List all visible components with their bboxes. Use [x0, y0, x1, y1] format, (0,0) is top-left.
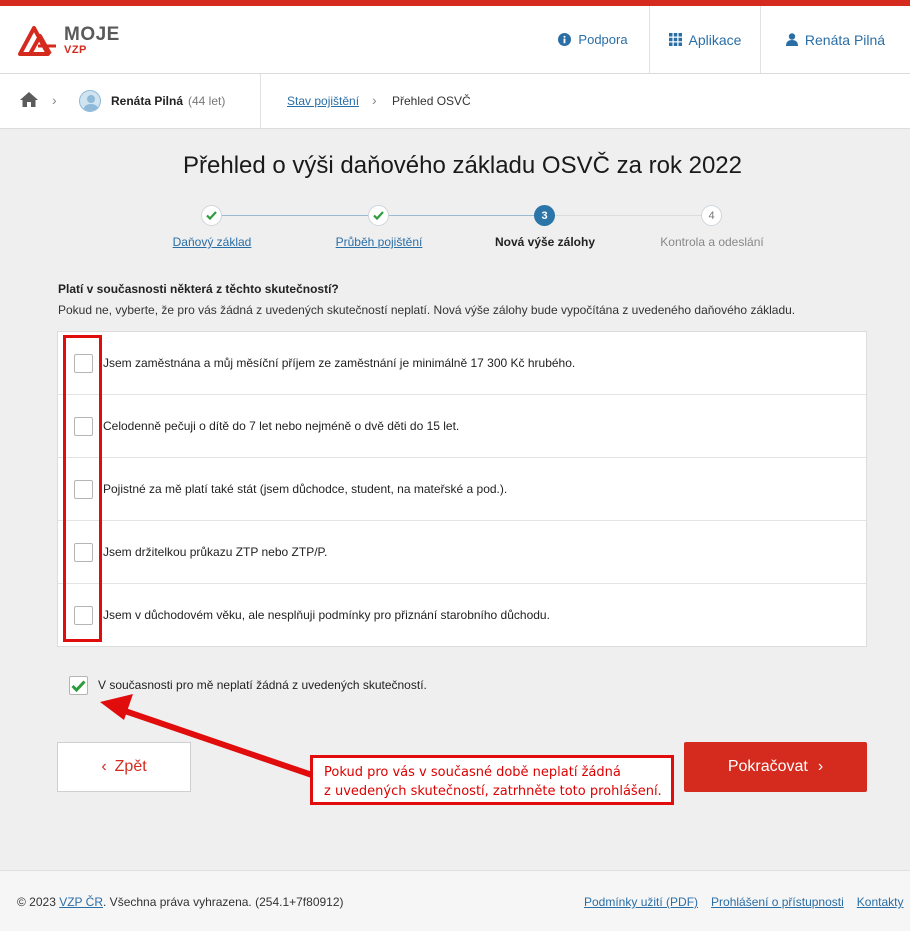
breadcrumb-chevron-icon: ›: [372, 92, 377, 108]
option-item[interactable]: Jsem v důchodovém věku, ale nesplňuji po…: [58, 584, 866, 647]
moje-vzp-logo[interactable]: MOJE VZP: [18, 24, 120, 56]
option-label: Pojistné za mě platí také stát (jsem důc…: [103, 482, 508, 496]
annotation-callout: Pokud pro vás v současné době neplatí žá…: [310, 755, 674, 805]
footer-link-terms[interactable]: Podmínky užití (PDF): [584, 895, 698, 909]
step-2-label[interactable]: Průběh pojištění: [299, 235, 459, 249]
site-footer: © 2023 VZP ČR. Všechna práva vyhrazena. …: [0, 870, 910, 931]
step-1-check: [201, 205, 222, 226]
copyright: © 2023 VZP ČR. Všechna práva vyhrazena. …: [17, 895, 344, 909]
user-icon: [785, 33, 798, 46]
header-nav: Podpora Aplikace Renáta Pilná: [537, 6, 910, 73]
form-question: Platí v současnosti některá z těchto sku…: [58, 282, 339, 296]
footer-links: Podmínky užití (PDF) Prohlášení o přístu…: [584, 895, 903, 909]
nav-apps-label: Aplikace: [688, 31, 742, 48]
breadcrumb-link-insurance[interactable]: Stav pojištění: [287, 94, 359, 108]
option-item[interactable]: Celodenně pečuji o dítě do 7 let nebo ne…: [58, 395, 866, 458]
person-avatar-icon: [83, 95, 99, 111]
nav-user-label: Renáta Pilná: [804, 31, 886, 48]
footer-link-accessibility[interactable]: Prohlášení o přístupnosti: [711, 895, 844, 909]
checkmark-icon: [71, 679, 86, 692]
option-label: Celodenně pečuji o dítě do 7 let nebo ne…: [103, 419, 460, 433]
page-title: Přehled o výši daňového základu OSVČ za …: [183, 152, 742, 179]
site-header: MOJE VZP Podpora Aplikace Renáta Pilná: [0, 6, 910, 74]
step-3-label: Nová výše zálohy: [494, 235, 596, 249]
nav-support[interactable]: Podpora: [537, 6, 649, 73]
breadcrumb-current: Přehled OSVČ: [392, 94, 471, 108]
annotation-line-2: z uvedených skutečností, zatrhněte toto …: [324, 784, 662, 799]
stepper-line: [389, 215, 535, 216]
none-applies-checkbox[interactable]: [69, 676, 88, 695]
nav-support-label: Podpora: [578, 32, 628, 47]
chevron-left-icon: ‹: [101, 758, 107, 775]
home-link[interactable]: [20, 92, 38, 112]
stepper-line: [555, 215, 701, 216]
grid-icon: [668, 33, 682, 46]
person-name: Renáta Pilná: [111, 94, 184, 108]
step-4-number: 4: [701, 205, 722, 226]
breadcrumb-chevron-icon: ›: [52, 92, 57, 108]
org-link[interactable]: VZP ČR: [59, 895, 103, 909]
step-2-check: [368, 205, 389, 226]
copyright-suffix: . Všechna práva vyhrazena. (254.1+7f8091…: [103, 895, 344, 909]
logo-sub-text: VZP: [64, 43, 87, 56]
options-list: Jsem zaměstnána a můj měsíční příjem ze …: [57, 331, 867, 647]
continue-button[interactable]: Pokračovat ›: [684, 742, 867, 792]
home-icon: [20, 92, 38, 107]
vzp-logo-icon: [18, 26, 56, 56]
copyright-prefix: © 2023: [17, 895, 56, 909]
option-label: Jsem držitelkou průkazu ZTP nebo ZTP/P.: [103, 545, 328, 559]
option-item[interactable]: Pojistné za mě platí také stát (jsem důc…: [58, 458, 866, 521]
option-label: Jsem v důchodovém věku, ale nesplňuji po…: [103, 608, 550, 622]
logo-main-text: MOJE: [64, 23, 120, 45]
highlight-rectangle: [63, 335, 102, 642]
breadcrumb-divider: [260, 74, 261, 128]
continue-button-label: Pokračovat: [727, 758, 808, 775]
chevron-right-icon: ›: [817, 758, 824, 775]
person-age: (44 let): [188, 94, 226, 108]
back-button[interactable]: ‹ Zpět: [57, 742, 191, 792]
back-button-label: Zpět: [114, 758, 147, 775]
nav-user[interactable]: Renáta Pilná: [760, 6, 910, 73]
avatar: [79, 90, 101, 112]
stepper-line: [222, 215, 368, 216]
option-item[interactable]: Jsem zaměstnána a můj měsíční příjem ze …: [58, 332, 866, 395]
check-icon: [373, 211, 384, 220]
breadcrumb: › Renáta Pilná (44 let) Stav pojištění ›…: [0, 74, 910, 129]
info-icon: [558, 33, 572, 46]
annotation-line-1: Pokud pro vás v současné době neplatí žá…: [324, 765, 621, 780]
form-hint: Pokud ne, vyberte, že pro vás žádná z uv…: [58, 303, 796, 317]
step-4-label: Kontrola a odeslání: [660, 235, 764, 249]
step-1-label[interactable]: Daňový základ: [132, 235, 292, 249]
step-3-number: 3: [534, 205, 555, 226]
option-label: Jsem zaměstnána a můj měsíční příjem ze …: [103, 356, 576, 370]
option-item[interactable]: Jsem držitelkou průkazu ZTP nebo ZTP/P.: [58, 521, 866, 584]
none-applies-label[interactable]: V současnosti pro mě neplatí žádná z uve…: [98, 678, 427, 692]
footer-link-contacts[interactable]: Kontakty: [857, 895, 904, 909]
nav-apps[interactable]: Aplikace: [649, 6, 760, 73]
check-icon: [206, 211, 217, 220]
